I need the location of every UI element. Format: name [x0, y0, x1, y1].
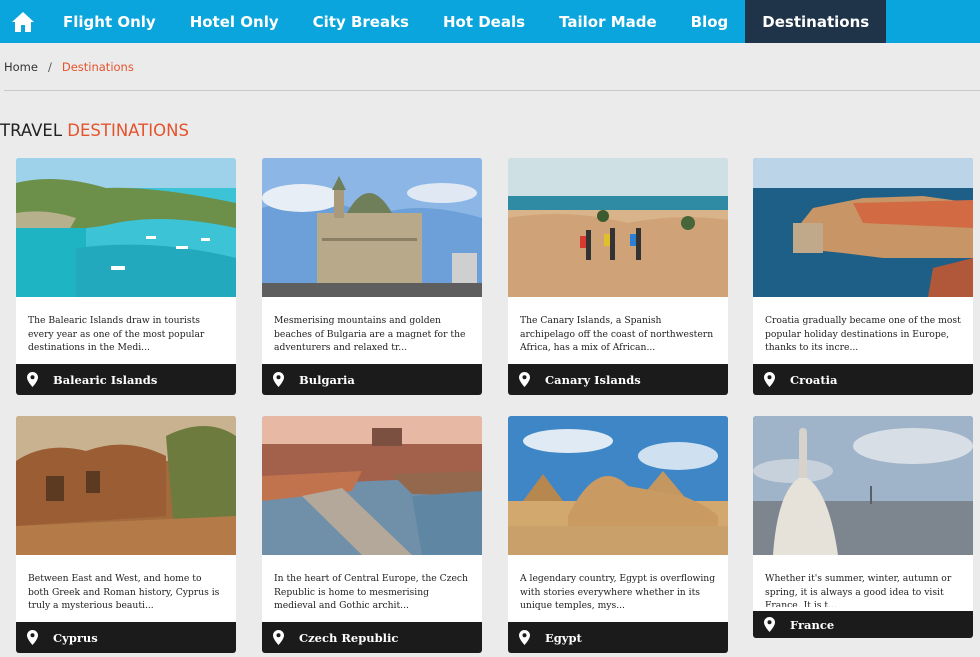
destination-bar[interactable]: Czech Republic: [262, 622, 482, 653]
destination-description: The Balearic Islands draw in tourists ev…: [28, 315, 205, 354]
page-title-prefix: TRAVEL: [0, 121, 68, 140]
page-title: TRAVEL DESTINATIONS: [0, 121, 189, 140]
destination-description: In the heart of Central Europe, the Czec…: [274, 573, 468, 612]
destination-name: Canary Islands: [545, 372, 641, 387]
divider: [4, 90, 980, 91]
egypt-photo: [508, 416, 728, 555]
nav-blog[interactable]: Blog: [674, 0, 746, 43]
nav-flight-only[interactable]: Flight Only: [46, 0, 173, 43]
destination-name: Croatia: [790, 372, 838, 387]
location-pin-icon: [764, 617, 775, 632]
nav-hot-deals[interactable]: Hot Deals: [426, 0, 542, 43]
canary-islands-photo: [508, 158, 728, 297]
location-pin-icon: [273, 630, 284, 645]
bulgaria-photo: [262, 158, 482, 297]
cyprus-photo: [16, 416, 236, 555]
destination-bar[interactable]: Croatia: [753, 364, 973, 395]
destination-name: Bulgaria: [299, 372, 355, 387]
nav-tailor-made[interactable]: Tailor Made: [542, 0, 674, 43]
czech-republic-photo: [262, 416, 482, 555]
destination-card-egypt[interactable]: A legendary country, Egypt is overflowin…: [508, 416, 728, 653]
breadcrumb-home[interactable]: Home: [4, 60, 38, 74]
location-pin-icon: [273, 372, 284, 387]
destination-name: Cyprus: [53, 630, 98, 645]
destination-bar[interactable]: Canary Islands: [508, 364, 728, 395]
nav-destinations[interactable]: Destinations: [745, 0, 887, 43]
destination-description: The Canary Islands, a Spanish archipelag…: [520, 315, 714, 354]
top-navigation: Flight Only Hotel Only City Breaks Hot D…: [0, 0, 980, 43]
destination-bar[interactable]: Balearic Islands: [16, 364, 236, 395]
location-pin-icon: [519, 630, 530, 645]
destination-card-bulgaria[interactable]: Mesmerising mountains and golden beaches…: [262, 158, 482, 395]
nav-hotel-only[interactable]: Hotel Only: [173, 0, 296, 43]
destination-card-france[interactable]: Whether it's summer, winter, autumn or s…: [753, 416, 973, 638]
location-pin-icon: [27, 630, 38, 645]
destination-description: Whether it's summer, winter, autumn or s…: [765, 573, 952, 607]
destination-bar[interactable]: Bulgaria: [262, 364, 482, 395]
destination-description: Between East and West, and home to both …: [28, 573, 220, 612]
page-title-accent: DESTINATIONS: [67, 121, 189, 140]
destination-description: A legendary country, Egypt is overflowin…: [520, 573, 716, 612]
location-pin-icon: [764, 372, 775, 387]
destination-card-croatia[interactable]: Croatia gradually became one of the most…: [753, 158, 973, 395]
nav-home[interactable]: [0, 0, 46, 43]
breadcrumb-current: Destinations: [61, 60, 134, 74]
croatia-photo: [753, 158, 973, 297]
destination-card-canary-islands[interactable]: The Canary Islands, a Spanish archipelag…: [508, 158, 728, 395]
destination-bar[interactable]: France: [753, 611, 973, 638]
breadcrumb: Home / Destinations: [4, 60, 134, 74]
destination-card-czech-republic[interactable]: In the heart of Central Europe, the Czec…: [262, 416, 482, 653]
destination-bar[interactable]: Cyprus: [16, 622, 236, 653]
location-pin-icon: [27, 372, 38, 387]
home-icon: [12, 11, 34, 32]
destination-name: Egypt: [545, 630, 582, 645]
destination-card-balearic-islands[interactable]: The Balearic Islands draw in tourists ev…: [16, 158, 236, 395]
destination-card-cyprus[interactable]: Between East and West, and home to both …: [16, 416, 236, 653]
nav-city-breaks[interactable]: City Breaks: [296, 0, 426, 43]
destination-description: Mesmerising mountains and golden beaches…: [274, 315, 466, 354]
destination-description: Croatia gradually became one of the most…: [765, 315, 961, 354]
destination-name: Balearic Islands: [53, 372, 158, 387]
balearic-islands-photo: [16, 158, 236, 297]
breadcrumb-separator: /: [47, 60, 52, 74]
france-photo: [753, 416, 973, 555]
destination-name: Czech Republic: [299, 630, 399, 645]
destination-bar[interactable]: Egypt: [508, 622, 728, 653]
location-pin-icon: [519, 372, 530, 387]
destination-name: France: [790, 617, 835, 632]
